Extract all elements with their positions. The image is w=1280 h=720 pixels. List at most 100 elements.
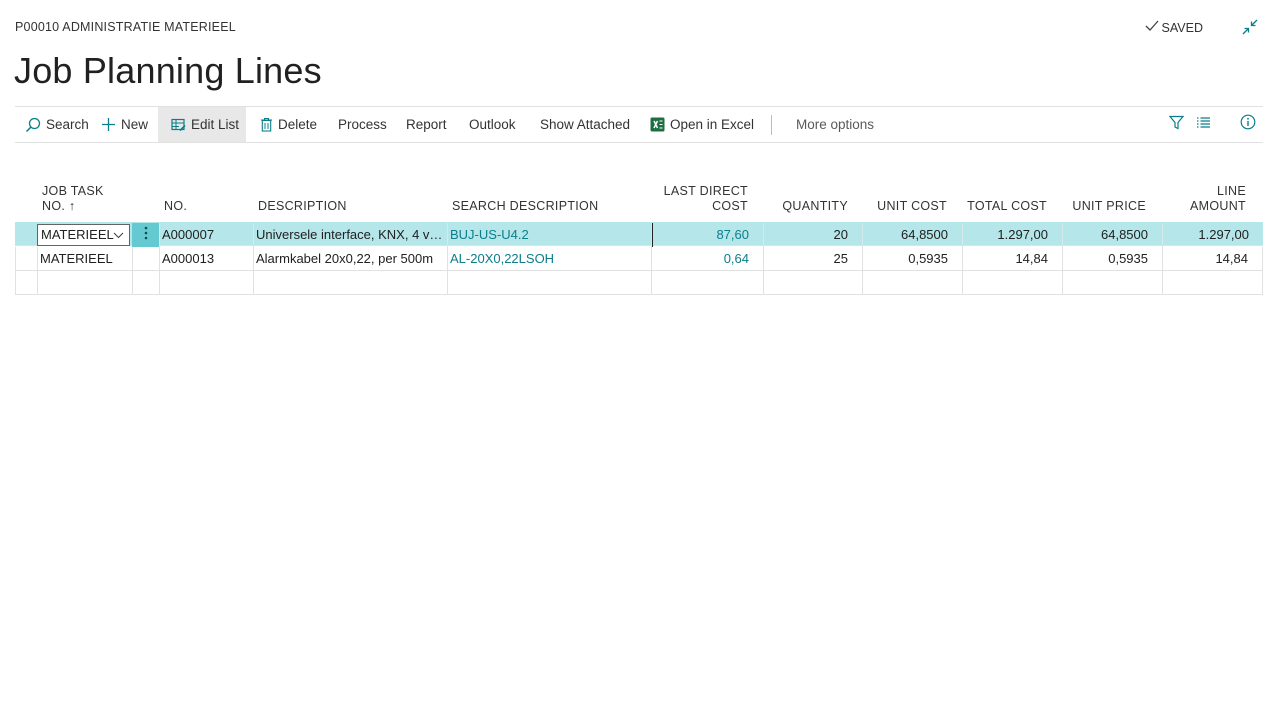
process-label: Process bbox=[338, 117, 387, 132]
checkmark-icon bbox=[1145, 20, 1159, 35]
column-header-description[interactable]: DESCRIPTION bbox=[258, 199, 347, 214]
row-actions-cell[interactable] bbox=[132, 271, 159, 295]
outlook-label: Outlook bbox=[469, 117, 516, 132]
trash-icon bbox=[260, 117, 273, 132]
row-actions-button[interactable] bbox=[132, 223, 159, 247]
cell-line-amount[interactable] bbox=[1162, 271, 1263, 295]
table-row-empty[interactable] bbox=[15, 271, 1263, 295]
cell-last-direct-cost[interactable]: 87,60 bbox=[651, 223, 763, 247]
column-header-no[interactable]: NO. bbox=[164, 199, 187, 214]
column-header-unit-cost[interactable]: UNIT COST bbox=[863, 199, 947, 214]
header-text: LAST DIRECT bbox=[663, 184, 748, 198]
more-options-button[interactable]: More options bbox=[796, 107, 874, 142]
column-header-last-direct-cost[interactable]: LAST DIRECT COST bbox=[655, 184, 748, 214]
cell-total-cost[interactable] bbox=[962, 271, 1062, 295]
cell-job-task-no[interactable]: MATERIEEL bbox=[37, 247, 132, 271]
header-text: JOB TASK bbox=[42, 184, 104, 198]
list-icon bbox=[1196, 116, 1211, 134]
row-selector[interactable] bbox=[15, 247, 37, 271]
cell-total-cost[interactable]: 1.297,00 bbox=[962, 223, 1062, 247]
edit-list-label: Edit List bbox=[191, 117, 240, 132]
row-selector[interactable] bbox=[15, 223, 37, 247]
info-icon bbox=[1240, 114, 1256, 135]
job-task-no-value: MATERIEEL bbox=[41, 227, 114, 242]
saved-label: SAVED bbox=[1161, 20, 1203, 35]
chevron-down-icon[interactable] bbox=[111, 225, 125, 245]
cell-quantity[interactable]: 25 bbox=[763, 247, 862, 271]
column-header-line-amount[interactable]: LINE AMOUNT bbox=[1163, 184, 1246, 214]
sort-ascending-icon: ↑ bbox=[68, 199, 76, 213]
report-label: Report bbox=[406, 117, 447, 132]
edit-list-button[interactable]: Edit List bbox=[158, 107, 246, 142]
cell-description[interactable]: Alarmkabel 20x0,22, per 500m bbox=[253, 247, 447, 271]
cell-last-direct-cost[interactable]: 0,64 bbox=[651, 247, 763, 271]
more-vertical-icon bbox=[144, 226, 148, 245]
column-header-search-description[interactable]: SEARCH DESCRIPTION bbox=[452, 199, 598, 214]
cell-total-cost[interactable]: 14,84 bbox=[962, 247, 1062, 271]
cell-unit-cost[interactable]: 64,8500 bbox=[862, 223, 962, 247]
cell-line-amount[interactable]: 1.297,00 bbox=[1162, 223, 1263, 247]
plus-icon bbox=[101, 117, 116, 132]
list-view-button[interactable] bbox=[1193, 107, 1213, 142]
cell-description[interactable] bbox=[253, 271, 447, 295]
header-text: AMOUNT bbox=[1190, 199, 1246, 213]
report-menu[interactable]: Report bbox=[406, 107, 447, 142]
show-attached-button[interactable]: Show Attached bbox=[540, 107, 630, 142]
breadcrumb: P00010 ADMINISTRATIE MATERIEEL bbox=[15, 20, 236, 34]
page-title: Job Planning Lines bbox=[14, 50, 322, 91]
cell-job-task-no[interactable] bbox=[37, 271, 132, 295]
cell-no[interactable]: A000007 bbox=[159, 223, 253, 247]
header-text: COST bbox=[712, 199, 748, 213]
search-label: Search bbox=[46, 117, 89, 132]
delete-label: Delete bbox=[278, 117, 318, 132]
cell-quantity[interactable]: 20 bbox=[763, 223, 862, 247]
column-header-total-cost[interactable]: TOTAL COST bbox=[963, 199, 1047, 214]
table-row[interactable]: MATERIEEL A000013 Alarmkabel 20x0,22, pe… bbox=[15, 247, 1263, 271]
cell-unit-price[interactable]: 0,5935 bbox=[1062, 247, 1162, 271]
cell-unit-cost[interactable]: 0,5935 bbox=[862, 247, 962, 271]
column-header-quantity[interactable]: QUANTITY bbox=[763, 199, 848, 214]
cell-unit-cost[interactable] bbox=[862, 271, 962, 295]
open-in-excel-button[interactable]: Open in Excel bbox=[650, 107, 754, 142]
process-menu[interactable]: Process bbox=[338, 107, 387, 142]
header-text: NO. ↑ bbox=[42, 199, 104, 214]
cell-unit-price[interactable] bbox=[1062, 271, 1162, 295]
open-in-excel-label: Open in Excel bbox=[670, 117, 755, 132]
outlook-menu[interactable]: Outlook bbox=[469, 107, 516, 142]
toolbar-divider bbox=[771, 115, 772, 135]
info-button[interactable] bbox=[1238, 107, 1258, 142]
cell-quantity[interactable] bbox=[763, 271, 862, 295]
top-bar: P00010 ADMINISTRATIE MATERIEEL SAVED bbox=[15, 19, 1265, 39]
search-button[interactable]: Search bbox=[25, 107, 89, 142]
cell-no[interactable]: A000013 bbox=[159, 247, 253, 271]
collapse-arrows-icon bbox=[1242, 19, 1258, 40]
action-bar: Search New Edit List Delete Process Repo… bbox=[15, 106, 1263, 143]
new-button[interactable]: New bbox=[101, 107, 148, 142]
row-actions-cell[interactable] bbox=[132, 247, 159, 271]
excel-icon bbox=[650, 117, 665, 132]
job-task-no-input[interactable]: MATERIEEL bbox=[37, 224, 130, 246]
cell-search-description[interactable] bbox=[447, 271, 651, 295]
row-selector[interactable] bbox=[15, 271, 37, 295]
cell-search-description[interactable]: AL-20X0,22LSOH bbox=[447, 247, 651, 271]
show-attached-label: Show Attached bbox=[540, 117, 631, 132]
search-icon bbox=[25, 117, 41, 133]
table-row[interactable]: MATERIEEL A000007 Universele interface, … bbox=[15, 222, 1263, 247]
filter-button[interactable] bbox=[1166, 107, 1186, 142]
cell-description[interactable]: Universele interface, KNX, 4 vo... bbox=[253, 223, 447, 247]
cell-search-description[interactable]: BUJ-US-U4.2 bbox=[447, 223, 651, 247]
column-header-unit-price[interactable]: UNIT PRICE bbox=[1063, 199, 1146, 214]
column-header-job-task-no[interactable]: JOB TASK NO. ↑ bbox=[42, 184, 104, 214]
delete-button[interactable]: Delete bbox=[260, 107, 317, 142]
more-options-label: More options bbox=[796, 117, 875, 132]
cell-last-direct-cost[interactable] bbox=[651, 271, 763, 295]
header-text: NO. bbox=[42, 199, 66, 213]
cell-no[interactable] bbox=[159, 271, 253, 295]
header-text: LINE bbox=[1217, 184, 1246, 198]
saved-status: SAVED bbox=[1145, 20, 1203, 35]
collapse-button[interactable] bbox=[1239, 18, 1261, 40]
cell-unit-price[interactable]: 64,8500 bbox=[1062, 223, 1162, 247]
cell-line-amount[interactable]: 14,84 bbox=[1162, 247, 1263, 271]
new-label: New bbox=[121, 117, 149, 132]
filter-icon bbox=[1168, 115, 1184, 135]
